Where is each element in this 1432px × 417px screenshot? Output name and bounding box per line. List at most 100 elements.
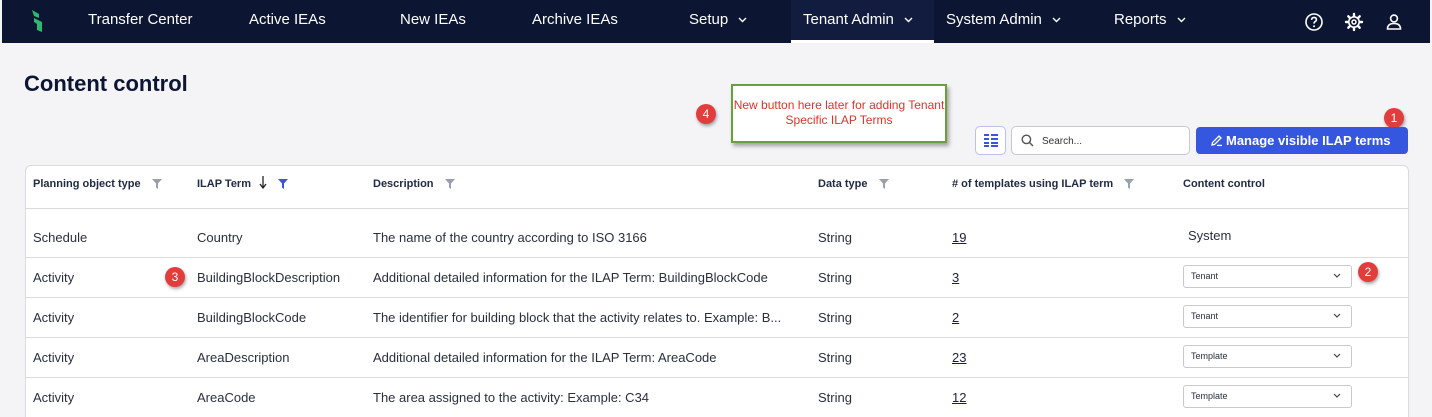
help-icon[interactable] — [1304, 12, 1324, 32]
column-header-label: ILAP Term — [197, 178, 251, 190]
nav-active-ieas[interactable]: Active IEAs — [249, 0, 326, 43]
nav-setup[interactable]: Setup — [689, 0, 747, 43]
select-value: Tenant — [1191, 271, 1219, 281]
nav-reports[interactable]: Reports — [1114, 0, 1186, 43]
select-value: Template — [1191, 391, 1228, 401]
cell-description: Additional detailed information for the … — [373, 350, 717, 365]
cell-data-type: String — [818, 270, 852, 285]
nav-transfer-center[interactable]: Transfer Center — [88, 0, 192, 43]
template-count-link[interactable]: 3 — [952, 258, 959, 298]
cell-ilap-term: AreaDescription — [197, 350, 290, 365]
cell-object-type: Activity — [33, 390, 75, 405]
chevron-down-icon — [738, 17, 747, 23]
page-title: Content control — [24, 71, 188, 96]
template-count-link[interactable]: 2 — [952, 298, 959, 338]
cell-data-type: String — [818, 350, 852, 365]
nav-new-ieas[interactable]: New IEAs — [400, 0, 466, 43]
top-nav-bar: Transfer Center Active IEAs New IEAs Arc… — [2, 0, 1430, 43]
template-count-link[interactable]: 23 — [952, 338, 966, 378]
cell-description: The area assigned to the activity: Examp… — [373, 390, 650, 405]
column-header-label: Data type — [818, 178, 868, 190]
select-value: Template — [1191, 351, 1228, 361]
content-control-select[interactable]: Tenant — [1183, 265, 1352, 288]
chevron-down-icon — [1333, 273, 1341, 278]
cell-object-type: Activity — [33, 310, 75, 325]
annotation-marker-1: 1 — [1384, 108, 1404, 128]
table-row: Activity AreaDescription Additional deta… — [26, 338, 1408, 378]
content-control-select[interactable]: Template — [1183, 345, 1352, 368]
column-header-planning-object-type[interactable]: Planning object type — [33, 166, 162, 202]
nav-label: New IEAs — [400, 11, 466, 28]
content-control-select[interactable]: Tenant — [1183, 305, 1352, 328]
cell-ilap-term: BuildingBlockDescription — [197, 270, 341, 285]
chevron-down-icon — [1333, 353, 1341, 358]
cell-object-type: Activity — [33, 270, 75, 285]
manage-button-label: Manage visible ILAP terms — [1226, 133, 1391, 148]
nav-archive-ieas[interactable]: Archive IEAs — [532, 0, 618, 43]
cell-description: The identifier for building block that t… — [373, 310, 782, 325]
header-divider — [26, 208, 1408, 209]
column-header-description[interactable]: Description — [373, 166, 455, 202]
filter-icon[interactable] — [878, 179, 889, 189]
nav-label: System Admin — [946, 11, 1042, 28]
cell-description: The name of the country according to ISO… — [373, 230, 647, 245]
annotation-marker-3: 3 — [165, 267, 185, 287]
sort-descending-icon[interactable] — [259, 176, 267, 189]
column-header-label: Planning object type — [33, 178, 141, 190]
table-row: Schedule Country The name of the country… — [26, 218, 1408, 258]
select-value: Tenant — [1191, 311, 1219, 321]
chevron-down-icon — [1177, 17, 1186, 23]
chevron-down-icon — [1333, 313, 1341, 318]
cell-ilap-term: BuildingBlockCode — [197, 310, 307, 325]
nav-label: Setup — [689, 11, 729, 28]
filter-icon[interactable] — [1124, 179, 1135, 189]
filter-active-icon[interactable] — [278, 179, 289, 189]
chevron-down-icon — [904, 17, 913, 23]
cell-object-type: Schedule — [33, 230, 88, 245]
nav-system-admin[interactable]: System Admin — [946, 0, 1061, 43]
chevron-down-icon — [1052, 17, 1061, 23]
nav-label: Tenant Admin — [803, 11, 894, 28]
template-count-link[interactable]: 19 — [952, 218, 966, 258]
nav-label: Transfer Center — [88, 11, 193, 28]
cell-object-type: Activity — [33, 350, 75, 365]
filter-icon[interactable] — [151, 179, 162, 189]
nav-tenant-admin[interactable]: Tenant Admin — [791, 0, 934, 43]
ilap-terms-table: Planning object type ILAP Term Descripti… — [25, 165, 1409, 417]
search-input[interactable] — [1042, 132, 1182, 150]
search-field[interactable] — [1011, 126, 1190, 155]
content-control-select[interactable]: Template — [1183, 385, 1352, 408]
nav-label: Reports — [1114, 11, 1167, 28]
search-icon — [1021, 134, 1034, 147]
column-header-label: # of templates using ILAP term — [952, 178, 1114, 190]
manage-visible-ilap-terms-button[interactable]: Manage visible ILAP terms — [1196, 127, 1408, 154]
column-chooser-button[interactable] — [975, 126, 1006, 155]
table-row: Activity BuildingBlockCode The identifie… — [26, 298, 1408, 338]
column-header-label: Description — [373, 178, 434, 190]
column-header-ilap-term[interactable]: ILAP Term — [197, 166, 289, 202]
chevron-down-icon — [1333, 393, 1341, 398]
table-row: Activity BuildingBlockDescription Additi… — [26, 258, 1408, 298]
content-control-value: System — [1188, 228, 1232, 243]
column-header-label: Content control — [1183, 178, 1265, 190]
annotation-marker-2: 2 — [1358, 262, 1378, 282]
cell-ilap-term: AreaCode — [197, 390, 256, 405]
app-logo-icon[interactable] — [28, 8, 48, 34]
cell-ilap-term: Country — [197, 230, 243, 245]
column-header-template-count[interactable]: # of templates using ILAP term — [952, 166, 1135, 202]
filter-icon[interactable] — [444, 179, 455, 189]
template-count-link[interactable]: 12 — [952, 378, 966, 417]
columns-icon — [984, 134, 998, 147]
nav-label: Active IEAs — [249, 11, 326, 28]
edit-icon — [1211, 135, 1222, 147]
annotation-marker-4: 4 — [696, 104, 716, 124]
cell-data-type: String — [818, 310, 852, 325]
user-icon[interactable] — [1384, 12, 1404, 32]
cell-data-type: String — [818, 230, 852, 245]
cell-description: Additional detailed information for the … — [373, 270, 768, 285]
column-header-content-control: Content control — [1183, 166, 1265, 202]
gear-icon[interactable] — [1344, 12, 1364, 32]
cell-data-type: String — [818, 390, 852, 405]
column-header-data-type[interactable]: Data type — [818, 166, 889, 202]
table-row: Activity AreaCode The area assigned to t… — [26, 378, 1408, 417]
